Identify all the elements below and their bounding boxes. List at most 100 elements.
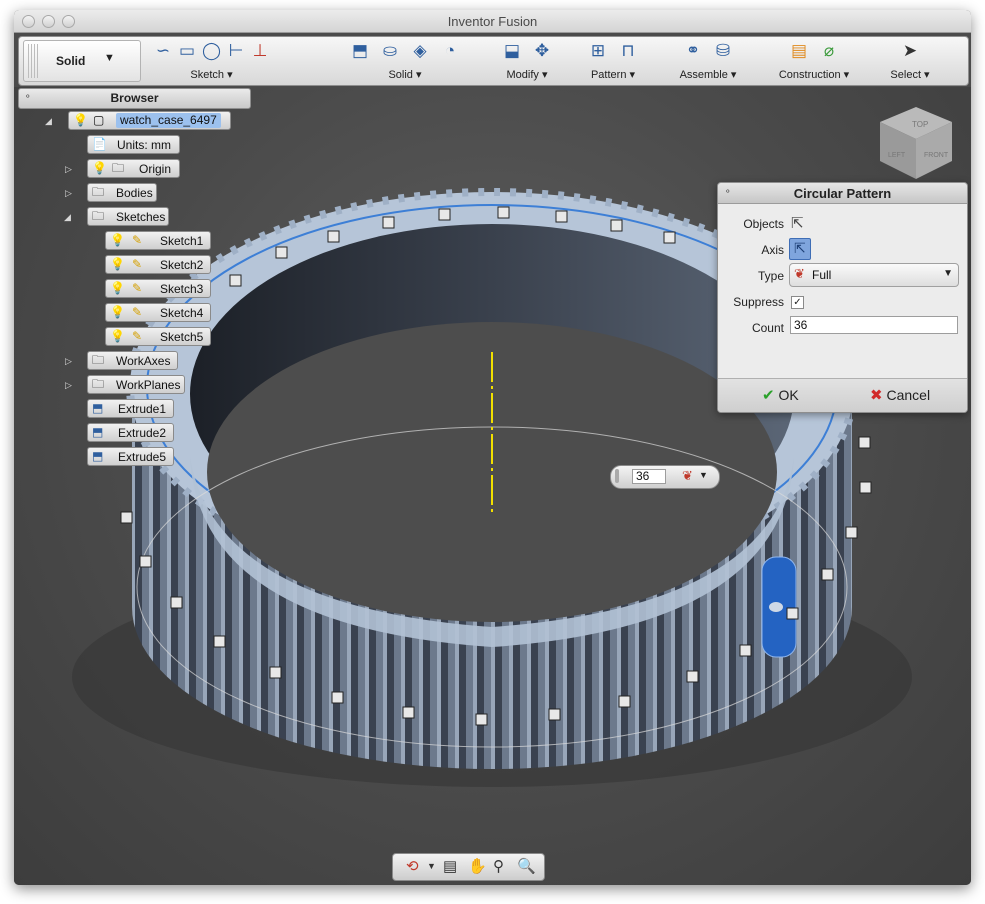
lightbulb-icon[interactable]: 💡 xyxy=(73,113,88,128)
rectangular-pattern-icon[interactable]: ⊞ xyxy=(586,39,610,63)
feature-node[interactable]: ⬒ Extrude1 xyxy=(87,399,174,418)
ribbon-group-assemble[interactable]: ⚭ ⛁ Assemble ▾ xyxy=(674,39,742,83)
mirror-icon[interactable]: ⊓ xyxy=(616,39,640,63)
pattern-type-icon[interactable]: ❦ xyxy=(682,468,693,484)
lightbulb-icon[interactable]: 💡 xyxy=(110,305,125,320)
dialog-footer: ✔ OK ✖ Cancel xyxy=(718,379,967,412)
full-pattern-icon: ❦ xyxy=(794,266,805,281)
expand-triangle-icon[interactable]: ▷ xyxy=(65,164,72,175)
type-label: Type xyxy=(757,269,784,283)
collapse-triangle-icon[interactable]: ◢ xyxy=(64,212,71,223)
view-cube[interactable] xyxy=(880,107,952,179)
browser-root-node[interactable]: 💡 ▢ watch_case_6497 xyxy=(68,111,231,130)
lightbulb-icon[interactable]: 💡 xyxy=(110,257,125,272)
circular-pattern-dialog: ⚬ Circular Pattern Objects ⇱ Axis ⇱ Type… xyxy=(717,182,968,413)
zoom-icon[interactable]: ⚲ xyxy=(493,857,504,875)
count-input[interactable]: 36 xyxy=(790,316,958,334)
navigation-bar: ⟲ ▼ ▤ ✋ ⚲ 🔍 xyxy=(392,853,545,881)
lightbulb-icon[interactable]: 💡 xyxy=(110,233,125,248)
type-select[interactable]: ❦ Full ▼ xyxy=(789,263,959,287)
spline-icon[interactable]: ∽ xyxy=(154,39,172,63)
look-at-icon[interactable]: ▤ xyxy=(443,857,457,875)
ribbon-group-label: Solid ▾ xyxy=(388,69,422,81)
units-node[interactable]: 📄 Units: mm xyxy=(87,135,180,154)
workaxes-label: WorkAxes xyxy=(116,354,171,368)
app-window: Inventor Fusion Solid ▼ ∽ ▭ ◯ ⊢ ⊥ Sketch… xyxy=(14,10,971,885)
component-icon[interactable]: ⛁ xyxy=(711,39,735,63)
sketch-node[interactable]: 💡 ✎ Sketch1 xyxy=(105,231,211,250)
folder-icon: 🗀 xyxy=(92,377,105,391)
origin-node[interactable]: 💡 🗀 Origin xyxy=(87,159,180,178)
workplanes-node[interactable]: 🗀 WorkPlanes xyxy=(87,375,185,394)
sketch-icon: ✎ xyxy=(132,233,143,247)
ribbon-group-modify[interactable]: ⬓ ✥ Modify ▾ xyxy=(497,39,557,83)
workaxes-node[interactable]: 🗀 WorkAxes xyxy=(87,351,178,370)
ribbon-grip[interactable] xyxy=(28,44,40,78)
chevron-down-icon[interactable]: ▼ xyxy=(427,861,436,871)
ribbon-group-label: Assemble ▾ xyxy=(679,69,737,81)
lightbulb-icon[interactable]: 💡 xyxy=(110,281,125,296)
ribbon-group-sketch[interactable]: ∽ ▭ ◯ ⊢ ⊥ Sketch ▾ xyxy=(154,39,269,83)
zoom-fit-icon[interactable]: 🔍 xyxy=(517,857,536,875)
select-cursor-icon[interactable]: ➤ xyxy=(898,39,922,63)
sketch-node[interactable]: 💡 ✎ Sketch2 xyxy=(105,255,211,274)
expand-triangle-icon[interactable]: ▷ xyxy=(65,356,72,367)
axis-select-button[interactable]: ⇱ xyxy=(789,238,811,260)
sketches-node[interactable]: 🗀 Sketches xyxy=(87,207,169,226)
lightbulb-icon[interactable]: 💡 xyxy=(92,161,107,176)
feature-label: Extrude2 xyxy=(118,426,167,440)
bodies-node[interactable]: 🗀 Bodies xyxy=(87,183,157,202)
dialog-header[interactable]: ⚬ Circular Pattern xyxy=(718,183,967,204)
objects-select-icon[interactable]: ⇱ xyxy=(791,214,804,232)
sketch-icon: ✎ xyxy=(132,329,143,343)
sketch-label: Sketch3 xyxy=(160,282,204,296)
browser-title: Browser xyxy=(110,91,159,105)
feature-node[interactable]: ⬒ Extrude2 xyxy=(87,423,174,442)
inline-grip[interactable] xyxy=(615,469,619,483)
workspace-label: Solid xyxy=(56,54,86,68)
feature-node[interactable]: ⬒ Extrude5 xyxy=(87,447,174,466)
title-bar: Inventor Fusion xyxy=(14,10,971,33)
ok-button[interactable]: ✔ OK xyxy=(762,386,799,404)
expand-triangle-icon[interactable]: ▷ xyxy=(65,380,72,391)
expand-triangle-icon[interactable]: ▷ xyxy=(65,188,72,199)
folder-icon: 🗀 xyxy=(92,209,105,223)
chevron-down-icon[interactable]: ▼ xyxy=(699,470,708,480)
work-plane-icon[interactable]: ▤ xyxy=(787,39,811,63)
origin-label: Origin xyxy=(139,162,172,176)
sketch-node[interactable]: 💡 ✎ Sketch3 xyxy=(105,279,211,298)
sweep-icon[interactable]: ◈ xyxy=(408,39,432,63)
ribbon-group-solid[interactable]: ⬒ ⛀ ◈ ◔ Solid ▾ xyxy=(339,39,471,83)
circle-icon[interactable]: ◯ xyxy=(202,39,221,63)
dimension-icon[interactable]: ⊢ xyxy=(227,39,245,63)
extrude-icon: ⬒ xyxy=(92,425,104,439)
move-icon[interactable]: ✥ xyxy=(530,39,554,63)
ribbon-group-construction[interactable]: ▤ ⌀ Construction ▾ xyxy=(771,39,857,83)
revolve-icon[interactable]: ⛀ xyxy=(378,39,402,63)
sketch-node[interactable]: 💡 ✎ Sketch5 xyxy=(105,327,211,346)
ribbon-group-label: Sketch ▾ xyxy=(190,69,233,81)
press-pull-icon[interactable]: ⬓ xyxy=(500,39,524,63)
work-axis-icon[interactable]: ⌀ xyxy=(817,39,841,63)
sketch-constraint-icon[interactable]: ⊥ xyxy=(251,39,269,63)
orbit-icon[interactable]: ⟲ xyxy=(406,857,419,875)
rectangle-icon[interactable]: ▭ xyxy=(178,39,196,63)
suppress-checkbox[interactable]: ✓ xyxy=(791,296,804,309)
ribbon-group-select[interactable]: ➤ Select ▾ xyxy=(885,39,935,83)
ribbon-group-pattern[interactable]: ⊞ ⊓ Pattern ▾ xyxy=(581,39,645,83)
pan-hand-icon[interactable]: ✋ xyxy=(468,857,487,875)
extrude-icon[interactable]: ⬒ xyxy=(348,39,372,63)
sketch-node[interactable]: 💡 ✎ Sketch4 xyxy=(105,303,211,322)
cancel-button[interactable]: ✖ Cancel xyxy=(870,386,930,404)
constrain-icon[interactable]: ⚭ xyxy=(681,39,705,63)
inline-count-input[interactable]: 36 xyxy=(632,469,666,484)
collapse-triangle-icon[interactable]: ◢ xyxy=(45,116,52,127)
check-icon: ✔ xyxy=(762,387,775,404)
sketches-label: Sketches xyxy=(116,210,166,224)
loft-icon[interactable]: ◔ xyxy=(438,39,462,63)
workspace-selector[interactable]: Solid ▼ xyxy=(23,40,141,82)
chevron-down-icon: ▼ xyxy=(104,52,115,64)
lightbulb-icon[interactable]: 💡 xyxy=(110,329,125,344)
extrude-icon: ⬒ xyxy=(92,401,104,415)
sketch-icon: ✎ xyxy=(132,281,143,295)
